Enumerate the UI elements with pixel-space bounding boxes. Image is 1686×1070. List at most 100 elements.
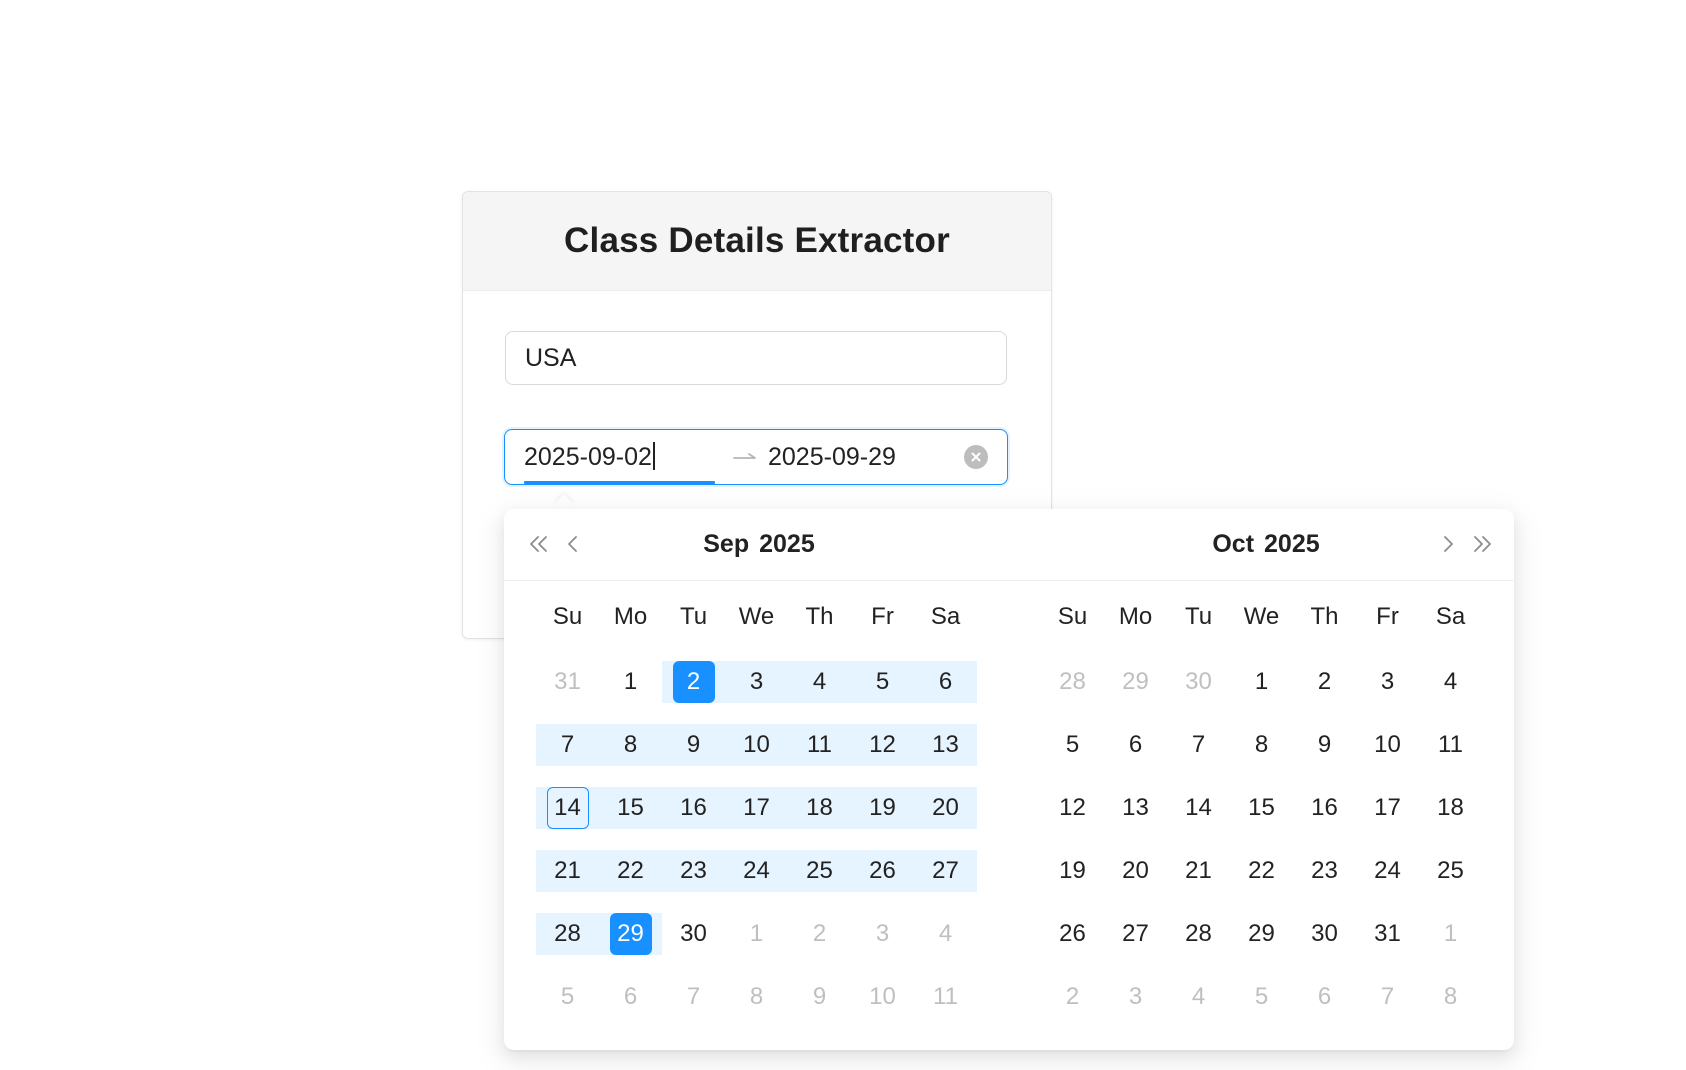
day-cell[interactable]: 27 bbox=[914, 850, 977, 892]
day-cell[interactable]: 30 bbox=[662, 913, 725, 955]
day-cell[interactable]: 28 bbox=[1167, 913, 1230, 955]
day-cell[interactable]: 6 bbox=[1293, 976, 1356, 1018]
day-cell[interactable]: 3 bbox=[851, 913, 914, 955]
day-cell[interactable]: 5 bbox=[851, 661, 914, 703]
day-cell[interactable]: 24 bbox=[1356, 850, 1419, 892]
day-cell[interactable]: 22 bbox=[1230, 850, 1293, 892]
day-cell[interactable]: 23 bbox=[1293, 850, 1356, 892]
day-cell[interactable]: 9 bbox=[788, 976, 851, 1018]
day-cell[interactable]: 31 bbox=[536, 661, 599, 703]
day-cell[interactable]: 29 bbox=[599, 913, 662, 955]
day-cell[interactable]: 6 bbox=[1104, 724, 1167, 766]
day-cell[interactable]: 6 bbox=[599, 976, 662, 1018]
day-cell[interactable]: 6 bbox=[914, 661, 977, 703]
day-cell[interactable]: 5 bbox=[536, 976, 599, 1018]
right-month-label[interactable]: Oct bbox=[1212, 530, 1254, 558]
clear-icon[interactable] bbox=[964, 445, 988, 469]
day-cell[interactable]: 13 bbox=[1104, 787, 1167, 829]
day-cell[interactable]: 14 bbox=[536, 787, 599, 829]
day-cell[interactable]: 26 bbox=[1041, 913, 1104, 955]
day-cell[interactable]: 8 bbox=[1230, 724, 1293, 766]
day-cell[interactable]: 18 bbox=[1419, 787, 1482, 829]
day-cell[interactable]: 1 bbox=[1230, 661, 1293, 703]
day-cell[interactable]: 28 bbox=[536, 913, 599, 955]
day-cell[interactable]: 10 bbox=[725, 724, 788, 766]
day-cell[interactable]: 21 bbox=[536, 850, 599, 892]
day-cell[interactable]: 12 bbox=[851, 724, 914, 766]
day-cell[interactable]: 9 bbox=[662, 724, 725, 766]
day-cell[interactable]: 10 bbox=[851, 976, 914, 1018]
double-chevron-left-icon[interactable] bbox=[525, 530, 553, 558]
day-number: 14 bbox=[546, 787, 589, 829]
chevron-right-icon[interactable] bbox=[1434, 530, 1462, 558]
day-cell[interactable]: 7 bbox=[662, 976, 725, 1018]
day-cell[interactable]: 4 bbox=[788, 661, 851, 703]
day-cell[interactable]: 26 bbox=[851, 850, 914, 892]
day-cell[interactable]: 12 bbox=[1041, 787, 1104, 829]
left-month-label[interactable]: Sep bbox=[703, 530, 749, 558]
day-cell[interactable]: 25 bbox=[788, 850, 851, 892]
day-cell[interactable]: 17 bbox=[1356, 787, 1419, 829]
day-cell[interactable]: 8 bbox=[599, 724, 662, 766]
day-cell[interactable]: 9 bbox=[1293, 724, 1356, 766]
day-cell[interactable]: 2 bbox=[788, 913, 851, 955]
day-cell[interactable]: 8 bbox=[1419, 976, 1482, 1018]
double-chevron-right-icon[interactable] bbox=[1468, 530, 1496, 558]
right-year-label[interactable]: 2025 bbox=[1264, 530, 1320, 558]
day-cell[interactable]: 19 bbox=[1041, 850, 1104, 892]
day-cell[interactable]: 1 bbox=[725, 913, 788, 955]
day-cell[interactable]: 10 bbox=[1356, 724, 1419, 766]
day-cell[interactable]: 29 bbox=[1104, 661, 1167, 703]
day-cell[interactable]: 11 bbox=[914, 976, 977, 1018]
chevron-left-icon[interactable] bbox=[559, 530, 587, 558]
day-cell[interactable]: 7 bbox=[536, 724, 599, 766]
day-cell[interactable]: 3 bbox=[1356, 661, 1419, 703]
day-cell[interactable]: 7 bbox=[1167, 724, 1230, 766]
day-cell[interactable]: 28 bbox=[1041, 661, 1104, 703]
day-cell[interactable]: 20 bbox=[1104, 850, 1167, 892]
day-cell[interactable]: 21 bbox=[1167, 850, 1230, 892]
day-cell[interactable]: 11 bbox=[1419, 724, 1482, 766]
day-cell[interactable]: 8 bbox=[725, 976, 788, 1018]
day-cell[interactable]: 4 bbox=[1419, 661, 1482, 703]
date-range-picker[interactable]: 2025-09-02 2025-09-29 bbox=[504, 429, 1008, 485]
day-cell[interactable]: 24 bbox=[725, 850, 788, 892]
day-cell[interactable]: 22 bbox=[599, 850, 662, 892]
day-cell[interactable]: 4 bbox=[1167, 976, 1230, 1018]
day-cell[interactable]: 18 bbox=[788, 787, 851, 829]
day-cell[interactable]: 1 bbox=[1419, 913, 1482, 955]
day-cell[interactable]: 25 bbox=[1419, 850, 1482, 892]
weekday-header: We bbox=[738, 603, 775, 630]
day-cell[interactable]: 5 bbox=[1230, 976, 1293, 1018]
day-cell[interactable]: 7 bbox=[1356, 976, 1419, 1018]
day-cell[interactable]: 2 bbox=[1293, 661, 1356, 703]
day-cell[interactable]: 3 bbox=[1104, 976, 1167, 1018]
day-cell[interactable]: 30 bbox=[1293, 913, 1356, 955]
day-cell[interactable]: 17 bbox=[725, 787, 788, 829]
day-cell[interactable]: 11 bbox=[788, 724, 851, 766]
day-cell[interactable]: 29 bbox=[1230, 913, 1293, 955]
day-cell[interactable]: 5 bbox=[1041, 724, 1104, 766]
day-cell[interactable]: 30 bbox=[1167, 661, 1230, 703]
day-cell[interactable]: 2 bbox=[662, 661, 725, 703]
day-cell[interactable]: 19 bbox=[851, 787, 914, 829]
country-input[interactable] bbox=[505, 331, 1007, 385]
left-year-label[interactable]: 2025 bbox=[759, 530, 815, 558]
day-cell[interactable]: 20 bbox=[914, 787, 977, 829]
day-number: 6 bbox=[938, 668, 953, 695]
day-cell[interactable]: 16 bbox=[1293, 787, 1356, 829]
day-cell[interactable]: 31 bbox=[1356, 913, 1419, 955]
day-cell[interactable]: 13 bbox=[914, 724, 977, 766]
day-cell[interactable]: 4 bbox=[914, 913, 977, 955]
day-cell[interactable]: 14 bbox=[1167, 787, 1230, 829]
day-cell[interactable]: 15 bbox=[1230, 787, 1293, 829]
range-end-input[interactable]: 2025-09-29 bbox=[768, 430, 896, 484]
day-cell[interactable]: 16 bbox=[662, 787, 725, 829]
day-cell[interactable]: 2 bbox=[1041, 976, 1104, 1018]
day-cell[interactable]: 1 bbox=[599, 661, 662, 703]
day-cell[interactable]: 15 bbox=[599, 787, 662, 829]
day-cell[interactable]: 27 bbox=[1104, 913, 1167, 955]
day-cell[interactable]: 23 bbox=[662, 850, 725, 892]
range-start-input[interactable]: 2025-09-02 bbox=[524, 430, 655, 484]
day-cell[interactable]: 3 bbox=[725, 661, 788, 703]
